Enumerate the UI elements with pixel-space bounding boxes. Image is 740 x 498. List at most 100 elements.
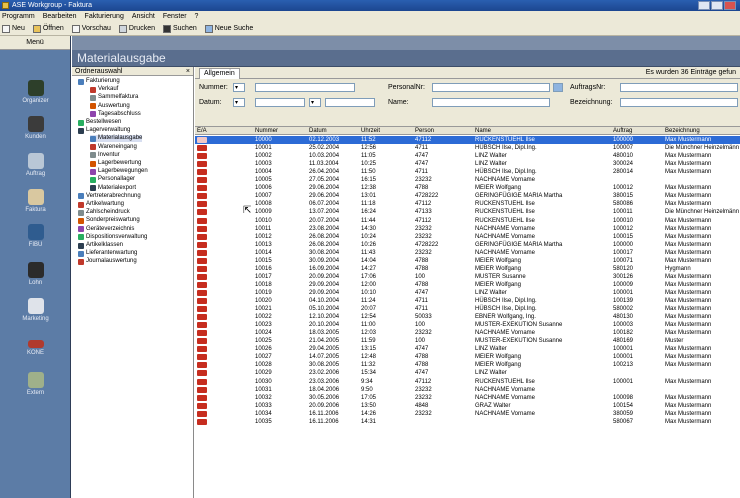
tree-node[interactable]: Geräteverzeichnis xyxy=(78,226,134,233)
table-row[interactable]: 10007 29.06.2004 13:01 4728222 GERINGFÜGIGE … xyxy=(195,192,740,200)
table-row[interactable]: 10034 16.11.2006 14:26 23232 NACHNAME Vornam… xyxy=(195,410,740,418)
table-row[interactable]: 10000 02.12.2003 11:52 47112 RUCKENSTUEHL Il… xyxy=(195,136,740,144)
table-row[interactable]: 10011 23.08.2004 14:30 23232 NACHNAME Vornam… xyxy=(195,225,740,233)
tree-node[interactable]: Journalauswertung xyxy=(78,258,137,265)
tree-node[interactable]: Verkauf xyxy=(90,86,118,93)
table-row[interactable]: 10014 30.08.2004 11:43 23232 NACHNAME Vornam… xyxy=(195,249,740,257)
name-field[interactable] xyxy=(432,98,550,107)
bezeichnung-field[interactable] xyxy=(620,98,738,107)
tree-node[interactable]: Vertreterabrechnung xyxy=(78,193,141,200)
table-row[interactable]: 10006 29.06.2004 12:38 4788 MEIER Wolfgang 10… xyxy=(195,184,740,192)
table-row[interactable]: 10018 29.09.2004 12:00 4788 MEIER Wolfgang 10… xyxy=(195,281,740,289)
table-row[interactable]: 10025 21.04.2005 11:59 100 MUSTER-EXEKUTION … xyxy=(195,337,740,345)
table-row[interactable]: 10029 23.02.2006 15:34 4747 LINZ Walter xyxy=(195,369,740,377)
datum-to-operator-select[interactable]: ▾ xyxy=(309,98,321,107)
table-row[interactable]: 10022 12.10.2004 12:54 50033 EBNER Wolfgang,… xyxy=(195,313,740,321)
sidebar-item-marketing[interactable]: Marketing xyxy=(0,298,71,322)
tree-node[interactable]: Bestellwesen xyxy=(78,119,121,126)
table-row[interactable]: 10028 30.08.2005 11:32 4788 MEIER Wolfgang 10… xyxy=(195,361,740,369)
table-row[interactable]: 10026 29.04.2005 13:15 4747 LINZ Walter 10000… xyxy=(195,345,740,353)
new-button[interactable]: Neu xyxy=(2,24,25,33)
tab-allgemein[interactable]: Allgemein xyxy=(199,68,240,79)
tree-node[interactable]: Sonderpreiswartung xyxy=(78,217,140,224)
col-ea[interactable]: E/A xyxy=(197,127,207,135)
table-row[interactable]: 10012 26.08.2004 10:24 23232 NACHNAME Vornam… xyxy=(195,233,740,241)
col-bezeichnung[interactable]: Bezeichnung xyxy=(665,127,700,135)
tree-node[interactable]: Sammelfaktura xyxy=(90,94,138,101)
tree-node[interactable]: Materialausgabe xyxy=(90,135,143,143)
table-row[interactable]: 10001 25.02.2004 12:56 4711 HÜBSCH Ilse, Dip… xyxy=(195,144,740,152)
menu-programm[interactable]: Programm xyxy=(2,11,35,22)
table-row[interactable]: 10005 27.05.2004 16:15 23232 NACHNAME Vornam… xyxy=(195,176,740,184)
sidebar-item-kone[interactable]: KONE xyxy=(0,336,71,356)
table-row[interactable]: 10020 04.10.2004 11:24 4711 HÜBSCH Ilse, Dip… xyxy=(195,297,740,305)
tree-node[interactable]: Lagerverwaltung xyxy=(78,127,130,134)
tree-node[interactable]: Artikelklassen xyxy=(78,242,123,249)
datum-operator-select[interactable]: ▾ xyxy=(233,98,245,107)
table-row[interactable]: 10021 05.10.2004 20:07 4711 HÜBSCH Ilse, Dip… xyxy=(195,305,740,313)
close-button[interactable] xyxy=(724,1,736,10)
new-search-button[interactable]: Neue Suche xyxy=(204,24,253,33)
table-row[interactable]: 10031 18.04.2006 9:50 23232 NACHNAME Vorname xyxy=(195,386,740,394)
table-row[interactable]: 10024 18.03.2005 12:03 23232 NACHNAME Vornam… xyxy=(195,329,740,337)
tree-node[interactable]: Personallager xyxy=(90,176,135,183)
open-button[interactable]: Öffnen xyxy=(32,24,64,33)
maximize-button[interactable] xyxy=(711,1,723,10)
tree-node[interactable]: Dispositionsverwaltung xyxy=(78,234,147,241)
tree-node[interactable]: Auswertung xyxy=(90,103,130,110)
table-row[interactable]: 10004 26.04.2004 11:50 4711 HÜBSCH Ilse, Dip… xyxy=(195,168,740,176)
table-row[interactable]: 10023 20.10.2004 11:00 100 MUSTER-EXEKUTION … xyxy=(195,321,740,329)
sidebar-item-organizer[interactable]: Organizer xyxy=(0,80,71,104)
table-row[interactable]: 10016 16.09.2004 14:27 4788 MEIER Wolfgang 58… xyxy=(195,265,740,273)
table-row[interactable]: 10009 13.07.2004 16:24 47133 RUCKENSTUEHL Il… xyxy=(195,208,740,216)
col-nummer[interactable]: Nummer xyxy=(255,127,278,135)
col-name[interactable]: Name xyxy=(475,127,491,135)
table-row[interactable]: 10032 30.05.2006 17:05 23232 NACHNAME Vornam… xyxy=(195,394,740,402)
tree-node[interactable]: Fakturierung xyxy=(78,78,120,85)
col-datum[interactable]: Datum xyxy=(309,127,327,135)
table-row[interactable]: 10017 20.09.2004 17:06 100 MUSTER Susanne 300… xyxy=(195,273,740,281)
minimize-button[interactable] xyxy=(698,1,710,10)
sidebar-item-fibu[interactable]: FIBU xyxy=(0,224,71,248)
menu-fenster[interactable]: Fenster xyxy=(163,11,187,22)
table-row[interactable]: 10003 11.03.2004 10:25 4747 LINZ Walter 30002… xyxy=(195,160,740,168)
table-row[interactable]: 10033 20.09.2006 13:50 4848 GRAZ Walter 10015… xyxy=(195,402,740,410)
col-auftrag[interactable]: Auftrag xyxy=(613,127,632,135)
tree-node[interactable]: Inventur xyxy=(90,152,120,159)
col-uhrzeit[interactable]: Uhrzeit xyxy=(361,127,380,135)
table-row[interactable]: 10015 30.09.2004 14:04 4788 MEIER Wolfgang 10… xyxy=(195,257,740,265)
tree-node[interactable]: Materialexport xyxy=(90,185,136,192)
tree-node[interactable]: Lieferantenwartung xyxy=(78,250,137,257)
nummer-operator-select[interactable]: ▾ xyxy=(233,83,245,92)
tree-node[interactable]: Tagesabschluss xyxy=(90,111,141,118)
datum-to-field[interactable] xyxy=(325,98,375,107)
menu-ansicht[interactable]: Ansicht xyxy=(132,11,155,22)
sidebar-item-auftrag[interactable]: Auftrag xyxy=(0,153,71,177)
search-button[interactable]: Suchen xyxy=(163,24,197,33)
sidebar-item-extern[interactable]: Extern xyxy=(0,372,71,396)
menu-help[interactable]: ? xyxy=(195,11,199,22)
menu-bearbeiten[interactable]: Bearbeiten xyxy=(43,11,77,22)
tree-node[interactable]: Artikelwartung xyxy=(78,201,124,208)
sidebar-item-kunden[interactable]: Kunden xyxy=(0,116,71,140)
menu-fakturierung[interactable]: Fakturierung xyxy=(85,11,124,22)
table-row[interactable]: 10002 10.03.2004 11:05 4747 LINZ Walter 48001… xyxy=(195,152,740,160)
table-row[interactable]: 10019 29.09.2004 10:10 4747 LINZ Walter 10000… xyxy=(195,289,740,297)
preview-button[interactable]: Vorschau xyxy=(71,24,111,33)
tree-node[interactable]: Wareneingang xyxy=(90,144,137,151)
table-row[interactable]: 10030 23.03.2006 9:34 47112 RUCKENSTUEHL Ils… xyxy=(195,378,740,386)
table-row[interactable]: 10008 06.07.2004 11:18 47112 RUCKENSTUEHL Il… xyxy=(195,200,740,208)
nummer-field[interactable] xyxy=(255,83,355,92)
personalnr-search-button[interactable] xyxy=(553,83,563,92)
close-panel-button[interactable]: × xyxy=(186,67,190,76)
table-row[interactable]: 10027 14.07.2005 12:48 4788 MEIER Wolfgang 10… xyxy=(195,353,740,361)
tree-node[interactable]: Lagerbewegungen xyxy=(90,168,148,175)
tree-node[interactable]: Zahlscheindruck xyxy=(78,209,130,216)
sidebar-item-lohn[interactable]: Lohn xyxy=(0,262,71,286)
print-button[interactable]: Drucken xyxy=(118,24,155,33)
table-row[interactable]: 10013 26.08.2004 10:26 4728222 GERINGFÜGIGE … xyxy=(195,241,740,249)
sidebar-item-faktura[interactable]: Faktura xyxy=(0,189,71,213)
col-person[interactable]: Person xyxy=(415,127,434,135)
table-row[interactable]: 10035 16.11.2006 14:31 580067 Max Mustermann xyxy=(195,418,740,426)
auftragsnr-field[interactable] xyxy=(620,83,738,92)
